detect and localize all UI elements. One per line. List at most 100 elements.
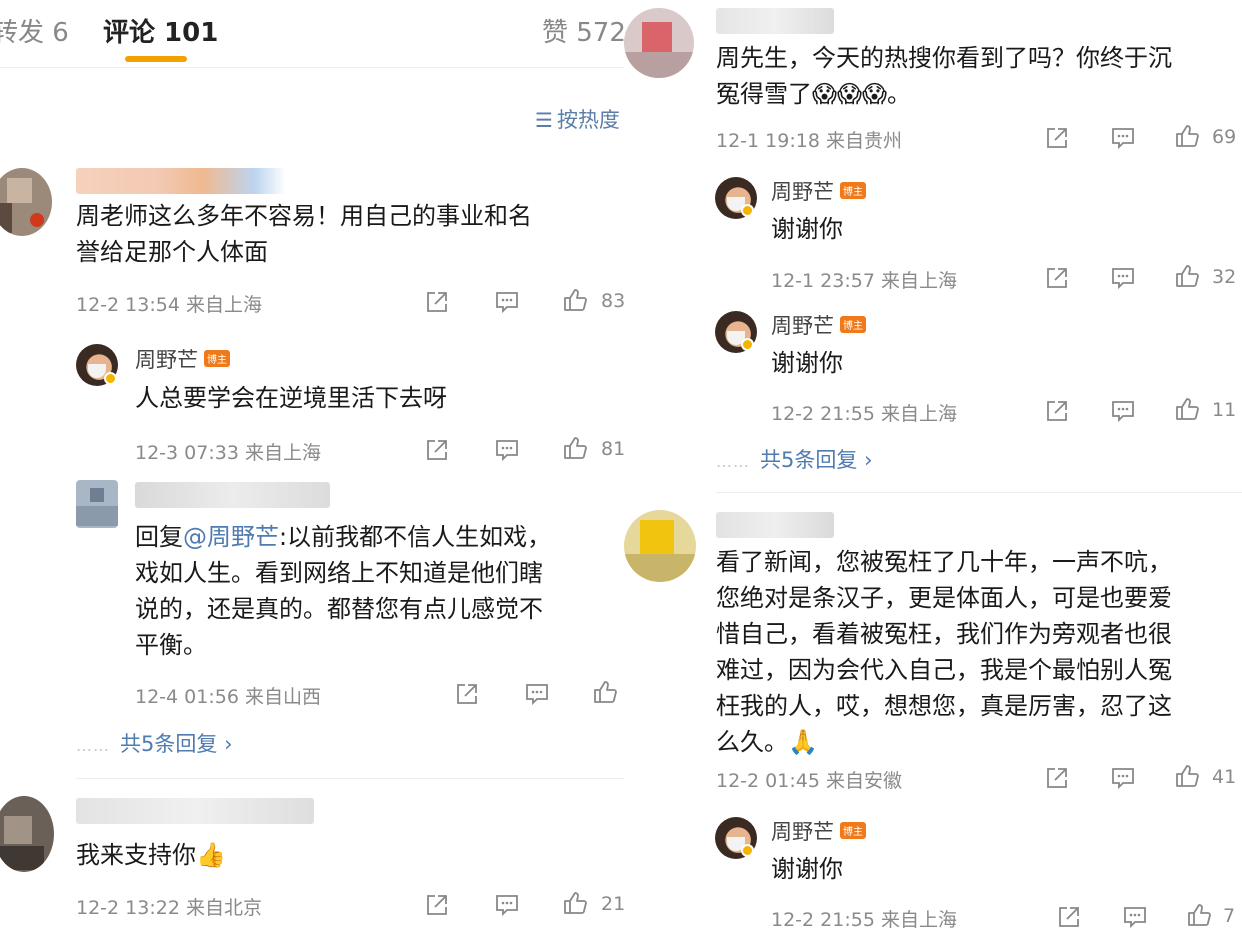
- comment-text: 我来支持你👍: [76, 841, 226, 869]
- blurred-username[interactable]: [716, 8, 834, 34]
- comment-time-location: 12-2 13:54 来自上海: [76, 294, 262, 316]
- like-icon[interactable]: [1174, 123, 1200, 149]
- blurred-username[interactable]: [76, 168, 286, 194]
- reply-text: 谢谢你: [771, 855, 843, 883]
- reply-time-location: 12-2 21:55 来自上海: [771, 909, 957, 931]
- sort-label: 按热度: [556, 108, 620, 132]
- like-icon[interactable]: [1174, 263, 1200, 289]
- comment-divider: [716, 492, 1242, 493]
- like-icon[interactable]: [562, 890, 588, 916]
- comment-text: 誉给足那个人体面: [76, 238, 268, 266]
- comment-text: 您绝对是条汉子，更是体面人，可是也要爱: [716, 584, 1172, 612]
- reply-author[interactable]: 周野芒 博主: [771, 816, 866, 846]
- like-icon[interactable]: [1174, 763, 1200, 789]
- reply-author[interactable]: 周野芒 博主: [771, 176, 866, 206]
- avatar[interactable]: [624, 510, 696, 582]
- like-count: 21: [601, 893, 624, 915]
- reply-text: 戏如人生。看到网络上不知道是他们瞎: [135, 559, 543, 587]
- author-badge: 博主: [840, 822, 866, 839]
- like-count: 11: [1212, 399, 1237, 421]
- comment-icon[interactable]: [1110, 265, 1136, 291]
- like-icon[interactable]: [1174, 396, 1200, 422]
- reply-text: 说的，还是真的。都替您有点儿感觉不: [135, 595, 543, 623]
- left-comment-panel: 转发 6 评论 101 赞 572 ☰ 按热度 周老师这么多年不容易！用自己的事业…: [0, 0, 624, 932]
- tab-reposts[interactable]: 转发 6: [0, 12, 69, 49]
- avatar[interactable]: [0, 796, 54, 872]
- comment-time-location: 12-2 01:45 来自安徽: [716, 770, 902, 792]
- like-icon[interactable]: [562, 287, 588, 313]
- author-badge: 博主: [840, 316, 866, 333]
- tab-likes[interactable]: 赞 572: [542, 12, 624, 49]
- blurred-username[interactable]: [135, 482, 330, 508]
- verified-badge-icon: [741, 338, 754, 351]
- comment-text: 难过，因为会代入自己，我是个最怕别人冤: [716, 656, 1172, 684]
- share-icon[interactable]: [1056, 904, 1082, 930]
- comment-time-location: 12-2 13:22 来自北京: [76, 897, 262, 919]
- comment-icon[interactable]: [1110, 765, 1136, 791]
- comment-icon[interactable]: [1122, 904, 1148, 930]
- comment-text: 看了新闻，您被冤枉了几十年，一声不吭，: [716, 548, 1172, 576]
- view-more-replies-link[interactable]: …… 共5条回复 ›: [716, 444, 872, 474]
- comment-icon[interactable]: [1110, 125, 1136, 151]
- comment-icon[interactable]: [494, 437, 520, 463]
- reply-author[interactable]: 周野芒 博主: [135, 344, 230, 374]
- author-badge: 博主: [840, 182, 866, 199]
- sort-by-hot-button[interactable]: ☰ 按热度: [535, 104, 620, 134]
- reply-text: 谢谢你: [771, 215, 843, 243]
- comment-icon[interactable]: [524, 681, 550, 707]
- reply-time-location: 12-2 21:55 来自上海: [771, 403, 957, 425]
- comment-text: 周先生，今天的热搜你看到了吗？你终于沉: [716, 44, 1172, 72]
- share-icon[interactable]: [454, 681, 480, 707]
- comment-icon[interactable]: [494, 289, 520, 315]
- comment-icon[interactable]: [494, 892, 520, 918]
- share-icon[interactable]: [1044, 265, 1070, 291]
- like-count: 32: [1212, 266, 1237, 288]
- comment-text: 枉我的人，哎，想想您，真是厉害，忍了这: [716, 692, 1172, 720]
- avatar[interactable]: [76, 480, 118, 528]
- comment-text: 惜自己，看着被冤枉，我们作为旁观者也很: [716, 620, 1172, 648]
- avatar[interactable]: [0, 168, 52, 236]
- reply-text: 回复@周野芒:以前我都不信人生如戏，: [135, 523, 552, 551]
- author-badge: 博主: [204, 350, 230, 367]
- comment-text: 么久。🙏: [716, 728, 818, 756]
- like-count: 7: [1223, 905, 1236, 927]
- share-icon[interactable]: [424, 289, 450, 315]
- blurred-username[interactable]: [76, 798, 314, 824]
- reply-time-location: 12-3 07:33 来自上海: [135, 442, 321, 464]
- right-comment-panel: 周先生，今天的热搜你看到了吗？你终于沉 冤得雪了😱😱😱。 12-1 19:18 …: [624, 0, 1242, 932]
- like-icon[interactable]: [562, 435, 588, 461]
- header-divider: [0, 67, 624, 68]
- avatar[interactable]: [624, 8, 694, 78]
- verified-badge-icon: [104, 372, 117, 385]
- verified-badge-icon: [741, 204, 754, 217]
- share-icon[interactable]: [424, 892, 450, 918]
- reply-author[interactable]: 周野芒 博主: [771, 310, 866, 340]
- active-tab-indicator: [125, 56, 187, 62]
- reply-time-location: 12-1 23:57 来自上海: [771, 270, 957, 292]
- tab-comments[interactable]: 评论 101: [103, 12, 218, 49]
- like-count: 81: [601, 438, 624, 460]
- comment-divider: [76, 778, 624, 779]
- blurred-username[interactable]: [716, 512, 834, 538]
- sort-icon: ☰: [535, 108, 553, 132]
- share-icon[interactable]: [1044, 398, 1070, 424]
- reply-text: 谢谢你: [771, 349, 843, 377]
- verified-badge-icon: [741, 844, 754, 857]
- share-icon[interactable]: [1044, 125, 1070, 151]
- mention-link[interactable]: @周野芒: [183, 523, 279, 551]
- chevron-right-icon: ›: [224, 732, 233, 756]
- like-count: 69: [1212, 126, 1237, 148]
- like-count: 83: [601, 290, 624, 312]
- comment-icon[interactable]: [1110, 398, 1136, 424]
- reply-text: 平衡。: [135, 631, 207, 659]
- comment-text: 周老师这么多年不容易！用自己的事业和名: [76, 202, 532, 230]
- reply-time-location: 12-4 01:56 来自山西: [135, 686, 321, 708]
- share-icon[interactable]: [424, 437, 450, 463]
- like-icon[interactable]: [1186, 902, 1212, 928]
- like-count: 41: [1212, 766, 1237, 788]
- like-icon[interactable]: [592, 679, 618, 705]
- share-icon[interactable]: [1044, 765, 1070, 791]
- view-more-replies-link[interactable]: …… 共5条回复 ›: [76, 728, 232, 758]
- reply-text: 人总要学会在逆境里活下去呀: [135, 384, 447, 412]
- chevron-right-icon: ›: [864, 448, 873, 472]
